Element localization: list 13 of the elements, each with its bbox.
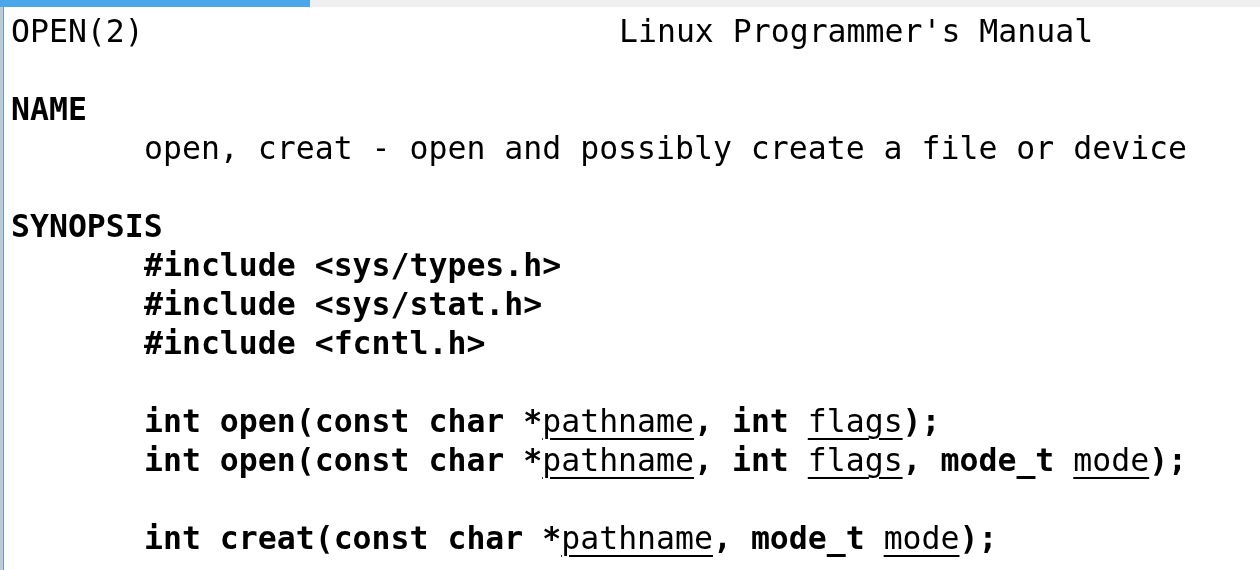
manual-line: open, creat - open and possibly create a file or device: [144, 130, 1188, 166]
scroll-thumb[interactable]: [0, 0, 310, 7]
section-heading: NAME: [11, 91, 87, 127]
scroll-bar[interactable]: [0, 0, 1260, 7]
manual-line: int open(const char *pathname, int flags);: [144, 403, 941, 439]
manual-title: Linux Programmer's Manual: [619, 12, 1094, 51]
manual-line: int creat(const char *pathname, mode_t mode);: [144, 520, 998, 556]
page-title: OPEN(2): [11, 12, 145, 51]
manual-line: int open(const char *pathname, int flags, mode_t mode);: [144, 442, 1188, 478]
section-heading: SYNOPSIS: [11, 208, 163, 244]
manual-line: #include <sys/stat.h>: [144, 286, 543, 322]
manual-line: #include <sys/types.h>: [144, 247, 562, 283]
manual-line: #include <fcntl.h>: [144, 325, 486, 361]
